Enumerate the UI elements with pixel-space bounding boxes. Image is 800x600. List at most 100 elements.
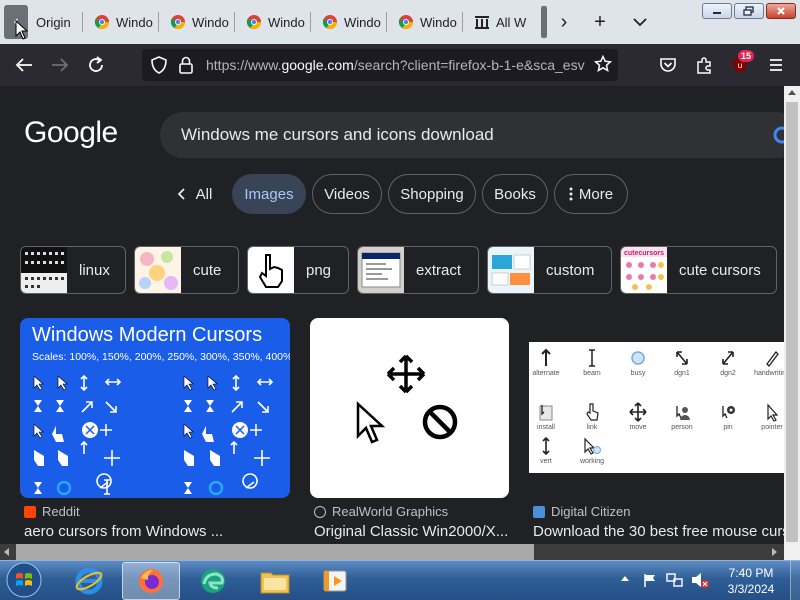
url-prefix: https://www.	[206, 57, 282, 73]
reload-button[interactable]	[84, 53, 108, 77]
tab-separator	[82, 12, 83, 32]
url-domain: google.com	[281, 57, 354, 73]
minimize-button[interactable]	[702, 3, 732, 19]
edge-icon	[201, 569, 225, 593]
taskbar-file-explorer[interactable]	[246, 562, 304, 600]
tab-separator	[234, 12, 235, 32]
system-clock[interactable]: 7:40 PM 3/3/2024	[716, 565, 786, 597]
cursor-beam: beam	[569, 348, 615, 377]
horizontal-scrollbar[interactable]	[0, 544, 784, 560]
puzzle-icon	[697, 57, 711, 74]
horizontal-scroll-thumb[interactable]	[16, 544, 534, 560]
chip-more[interactable]: More	[554, 174, 628, 214]
address-bar[interactable]: https://www.google.com/search?client=fir…	[142, 49, 618, 81]
tab-origin[interactable]: Origin	[36, 4, 80, 40]
cursor-person: person	[659, 402, 705, 431]
chip-shopping[interactable]: Shopping	[388, 174, 476, 214]
tracking-protection-button[interactable]	[150, 55, 168, 80]
site-info-button[interactable]	[178, 55, 194, 80]
cursor-link: link	[569, 402, 615, 431]
tab-windows-1[interactable]: Windo	[94, 4, 154, 40]
tab-scroll-right-button[interactable]: ›	[550, 8, 578, 36]
show-desktop-button[interactable]	[790, 561, 800, 600]
mouse-pointer-icon	[15, 20, 29, 40]
chrome-favicon-icon	[398, 15, 413, 29]
scroll-thumb[interactable]	[786, 102, 798, 542]
chip-all[interactable]: All	[164, 174, 226, 214]
tab-label: Windo	[420, 14, 457, 30]
new-tab-button[interactable]: +	[586, 8, 614, 36]
internet-explorer-icon	[75, 567, 103, 595]
image-result-digital-citizen[interactable]: alternate beam busy dgn1 dgn2 handwritin…	[529, 342, 784, 473]
search-box[interactable]: Windows me cursors and icons download	[160, 112, 784, 158]
image-result-realworld[interactable]	[310, 318, 509, 498]
refinement-label: extract	[416, 261, 462, 279]
image-result-reddit[interactable]: Windows Modern Cursors Scales: 100%, 150…	[20, 318, 290, 498]
tab-windows-5[interactable]: Windo	[398, 4, 458, 40]
volume-muted-icon[interactable]	[691, 572, 709, 588]
network-icon[interactable]	[666, 572, 684, 588]
cute-cursors-thumb-text: cutecursors	[624, 250, 664, 257]
tab-windows-2[interactable]: Windo	[170, 4, 230, 40]
source-name: RealWorld Graphics	[332, 504, 449, 519]
clock-time: 7:40 PM	[728, 566, 774, 580]
extensions-button[interactable]	[692, 53, 716, 77]
result-title-digital-citizen[interactable]: Download the 30 best free mouse curs	[533, 523, 784, 540]
result-source-realworld[interactable]: RealWorld Graphics	[314, 504, 448, 519]
chip-images[interactable]: Images	[232, 174, 306, 214]
refinement-cute[interactable]: cute	[134, 246, 239, 294]
restore-button[interactable]	[734, 3, 764, 19]
forward-button[interactable]	[48, 53, 72, 77]
chip-label: More	[578, 185, 614, 203]
scroll-up-arrow[interactable]	[788, 90, 796, 95]
result-source-digital-citizen[interactable]: Digital Citizen	[533, 504, 630, 519]
lens-icon[interactable]	[772, 125, 784, 145]
tab-all-windows[interactable]: All W	[474, 4, 532, 40]
restore-icon	[743, 6, 754, 16]
start-button[interactable]	[4, 561, 44, 599]
chevron-left-icon	[177, 188, 185, 200]
google-logo[interactable]: Google	[24, 116, 118, 150]
image-subheading: Scales: 100%, 150%, 200%, 250%, 300%, 35…	[32, 351, 290, 363]
taskbar-firefox[interactable]	[122, 562, 180, 600]
chip-videos[interactable]: Videos	[312, 174, 382, 214]
refinement-extract[interactable]: extract	[357, 246, 479, 294]
taskbar-media-player[interactable]	[306, 562, 364, 600]
list-all-tabs-button[interactable]	[626, 8, 654, 36]
refinement-thumbnail: cutecursors	[621, 247, 667, 293]
tab-windows-3[interactable]: Windo	[246, 4, 306, 40]
result-source-reddit[interactable]: Reddit	[24, 504, 80, 519]
refinement-custom[interactable]: custom	[487, 246, 612, 294]
refinement-thumbnail	[358, 247, 404, 293]
windows-logo-icon	[6, 562, 42, 598]
show-hidden-icons-button[interactable]	[621, 576, 629, 581]
cursor-dgn2: dgn2	[705, 348, 751, 377]
tab-windows-4[interactable]: Windo	[322, 4, 382, 40]
app-menu-button[interactable]	[764, 53, 788, 77]
result-title-realworld[interactable]: Original Classic Win2000/X...	[314, 523, 514, 540]
result-title-reddit[interactable]: aero cursors from Windows ...	[24, 523, 290, 540]
bookmark-star-button[interactable]	[593, 54, 613, 78]
taskbar-edge[interactable]	[184, 562, 242, 600]
scroll-right-arrow[interactable]	[772, 548, 777, 556]
cursor-vert: vert	[529, 436, 569, 465]
cursor-dgn1: dgn1	[659, 348, 705, 377]
source-name: Digital Citizen	[551, 504, 631, 519]
taskbar-internet-explorer[interactable]	[60, 562, 118, 600]
url-text[interactable]: https://www.google.com/search?client=fir…	[206, 57, 586, 73]
pocket-button[interactable]	[656, 53, 680, 77]
close-button[interactable]	[766, 3, 796, 19]
vertical-scrollbar[interactable]	[784, 86, 800, 560]
refinement-linux[interactable]: linux	[20, 246, 126, 294]
refinement-cute-cursors[interactable]: cutecursors cute cursors	[620, 246, 777, 294]
media-player-icon	[323, 570, 347, 592]
search-input[interactable]: Windows me cursors and icons download	[181, 125, 494, 145]
chip-books[interactable]: Books	[482, 174, 548, 214]
reload-icon	[89, 56, 103, 72]
scroll-left-arrow[interactable]	[4, 548, 9, 556]
back-button[interactable]	[12, 53, 36, 77]
action-center-flag-icon[interactable]	[642, 572, 658, 588]
refinement-png[interactable]: png	[247, 246, 349, 294]
minimize-icon	[713, 12, 721, 14]
tab-label: Windo	[268, 14, 305, 30]
